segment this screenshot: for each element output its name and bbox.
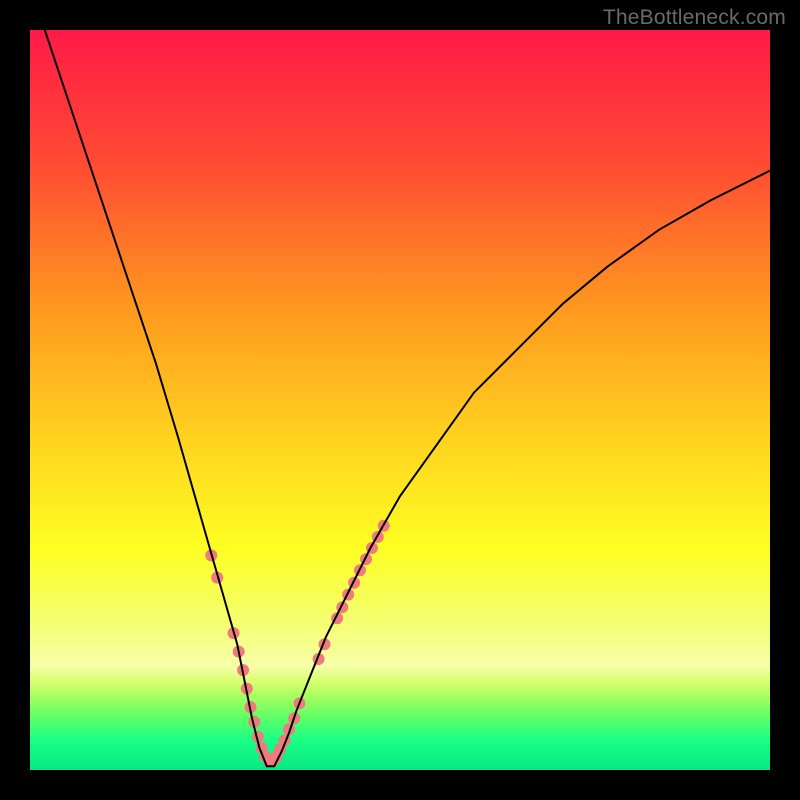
marker-dots [205, 520, 389, 767]
watermark-text: TheBottleneck.com [603, 6, 786, 30]
bottleneck-curve [45, 30, 770, 766]
chart-frame: TheBottleneck.com [0, 0, 800, 800]
plot-area [30, 30, 770, 770]
curve-layer [30, 30, 770, 770]
